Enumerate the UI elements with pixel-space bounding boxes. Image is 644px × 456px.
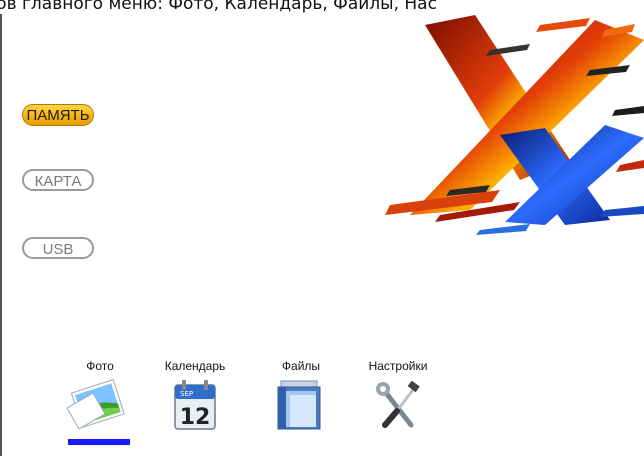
photo-icon — [66, 379, 125, 430]
calendar-icon-month: SEP — [180, 390, 193, 398]
files-icon — [277, 380, 321, 430]
selected-tab-indicator — [68, 439, 130, 445]
calendar-icon: SEP 12 — [174, 380, 216, 430]
nav-item-settings-label: Настройки — [368, 359, 428, 373]
settings-icon — [376, 380, 420, 428]
calendar-icon-day: 12 — [180, 405, 211, 430]
memory-button[interactable]: ПАМЯТЬ — [22, 104, 94, 126]
nav-item-photo-label: Фото — [86, 359, 114, 373]
left-frame-border — [0, 14, 2, 456]
nav-item-settings[interactable]: Настройки — [353, 357, 443, 453]
nav-item-files-label: Файлы — [281, 359, 321, 373]
nav-item-files[interactable]: Файлы — [256, 357, 346, 453]
card-button[interactable]: КАРТА — [22, 169, 94, 191]
x-logo-icon — [385, 15, 644, 235]
usb-button[interactable]: USB — [22, 237, 94, 259]
nav-item-calendar-label: Календарь — [164, 359, 226, 373]
nav-item-calendar[interactable]: Календарь SEP 12 — [150, 357, 240, 453]
